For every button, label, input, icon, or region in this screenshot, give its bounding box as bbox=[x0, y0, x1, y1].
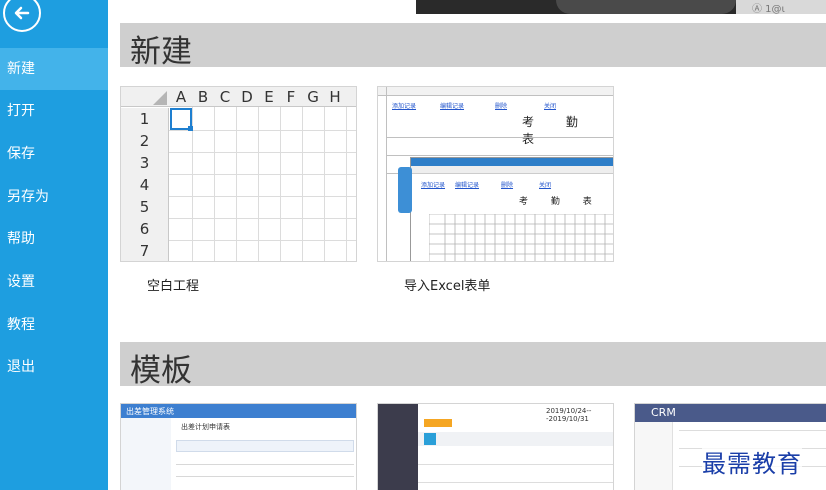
popup-link-delete: 删除 bbox=[501, 182, 514, 189]
template-line bbox=[418, 482, 613, 483]
excel-link-close: 关闭 bbox=[544, 103, 557, 110]
grid-row-label: 1 bbox=[121, 108, 169, 130]
grid-row-label: 7 bbox=[121, 240, 169, 261]
grid-line bbox=[324, 107, 325, 261]
template-line bbox=[176, 476, 354, 477]
select-all-corner-icon bbox=[153, 91, 167, 105]
popup-table-grid bbox=[429, 214, 613, 261]
template-date-badge bbox=[424, 433, 436, 445]
grid-line bbox=[346, 107, 347, 261]
excel-link-delete: 删除 bbox=[495, 103, 508, 110]
excel-sheet-title: 考 勤 表 bbox=[522, 115, 592, 146]
sheet-line bbox=[378, 95, 613, 96]
top-strip-text: Ⓐ 1@ι bbox=[752, 4, 785, 15]
sidebar-item-help[interactable]: 帮助 bbox=[0, 218, 108, 260]
template-line bbox=[176, 464, 354, 465]
popup-link-edit: 编辑记录 bbox=[455, 182, 480, 189]
grid-line bbox=[169, 196, 356, 197]
template-line bbox=[418, 464, 613, 465]
fill-handle bbox=[188, 126, 193, 131]
sidebar-item-open[interactable]: 打开 bbox=[0, 90, 108, 132]
grid-col-label: A bbox=[175, 88, 187, 106]
back-button[interactable] bbox=[3, 0, 41, 32]
sheet-line bbox=[386, 137, 613, 138]
template-tabs bbox=[176, 440, 354, 452]
section-new-header: 新建 bbox=[120, 23, 826, 70]
watermark-text: 最需教育 bbox=[702, 444, 802, 479]
import-excel-card[interactable]: 添加记录 编辑记录 删除 关闭 考 勤 表 添加记录 编辑记录 删除 关闭 考 … bbox=[377, 86, 614, 262]
section-templates-title: 模板 bbox=[130, 353, 192, 389]
grid-col-label: C bbox=[219, 88, 231, 106]
popup-link-close: 关闭 bbox=[539, 182, 552, 189]
arrow-left-icon bbox=[14, 6, 30, 20]
sidebar-item-settings[interactable]: 设置 bbox=[0, 261, 108, 303]
sidebar: 新建 打开 保存 另存为 帮助 设置 教程 退出 bbox=[0, 0, 108, 490]
video-glare bbox=[556, 0, 736, 14]
grid-row-label: 5 bbox=[121, 196, 169, 218]
sidebar-item-new[interactable]: 新建 bbox=[0, 48, 108, 90]
template-card-travel[interactable]: 出差管理系统 出差计划申请表 bbox=[120, 403, 357, 490]
template-date-range: 2019/10/24---2019/10/31 bbox=[546, 407, 592, 423]
grid-line bbox=[169, 130, 356, 131]
grid-line bbox=[169, 240, 356, 241]
grid-row-label: 6 bbox=[121, 218, 169, 240]
popup-title: 考 勤 表 bbox=[519, 197, 602, 207]
popup-addressbar bbox=[411, 166, 613, 174]
template-sidebar bbox=[121, 418, 171, 490]
sidebar-item-tutorial[interactable]: 教程 bbox=[0, 304, 108, 346]
import-arrow-icon bbox=[398, 167, 412, 213]
template-sidebar bbox=[635, 422, 673, 490]
template-orange-button bbox=[424, 419, 452, 427]
grid-row-label: 2 bbox=[121, 130, 169, 152]
blank-project-label[interactable]: 空白工程 bbox=[147, 275, 199, 294]
sidebar-item-exit[interactable]: 退出 bbox=[0, 346, 108, 388]
import-excel-label[interactable]: 导入Excel表单 bbox=[404, 275, 490, 294]
template-header-title: 出差管理系统 bbox=[126, 407, 174, 416]
grid-line bbox=[169, 152, 356, 153]
grid-col-label: B bbox=[197, 88, 209, 106]
sidebar-item-save[interactable]: 保存 bbox=[0, 133, 108, 175]
sheet-header bbox=[378, 87, 613, 95]
section-new-title: 新建 bbox=[130, 34, 192, 70]
sidebar-item-save-as[interactable]: 另存为 bbox=[0, 176, 108, 218]
template-subtitle: 出差计划申请表 bbox=[181, 423, 230, 431]
grid-line bbox=[236, 107, 237, 261]
sheet-line bbox=[386, 87, 387, 261]
top-right-bar: Ⓐ 1@ι bbox=[736, 0, 826, 15]
grid-line bbox=[169, 174, 356, 175]
template-line bbox=[679, 430, 826, 431]
grid-row-label: 4 bbox=[121, 174, 169, 196]
grid-line bbox=[302, 107, 303, 261]
grid-line bbox=[214, 107, 215, 261]
grid-col-label: D bbox=[241, 88, 253, 106]
grid-col-label: G bbox=[307, 88, 319, 106]
excel-preview-popup: 添加记录 编辑记录 删除 关闭 考 勤 表 bbox=[410, 157, 613, 261]
template-card-schedule[interactable]: 2019/10/24---2019/10/31 bbox=[377, 403, 614, 490]
sheet-line bbox=[386, 155, 613, 156]
grid-line bbox=[280, 107, 281, 261]
section-templates-header: 模板 bbox=[120, 342, 826, 389]
excel-link-edit: 编辑记录 bbox=[440, 103, 465, 110]
top-video-strip: Ⓐ 1@ι bbox=[416, 0, 826, 15]
app-root: 新建 打开 保存 另存为 帮助 设置 教程 退出 Ⓐ 1@ι 新建 A B C … bbox=[0, 0, 826, 490]
grid-col-label: F bbox=[286, 88, 296, 106]
popup-titlebar bbox=[411, 158, 613, 166]
blank-project-card[interactable]: A B C D E F G H 1 2 3 4 5 6 7 bbox=[120, 86, 357, 262]
popup-link-add: 添加记录 bbox=[421, 182, 446, 189]
crm-title: CRM bbox=[651, 406, 676, 419]
grid-column-header: A B C D E F G H bbox=[121, 87, 356, 107]
grid-col-label: E bbox=[264, 88, 274, 106]
excel-link-add: 添加记录 bbox=[392, 103, 417, 110]
template-table-header bbox=[418, 432, 613, 446]
grid-row-label: 3 bbox=[121, 152, 169, 174]
grid-col-label: H bbox=[329, 88, 341, 106]
grid-line bbox=[258, 107, 259, 261]
grid-line bbox=[169, 218, 356, 219]
